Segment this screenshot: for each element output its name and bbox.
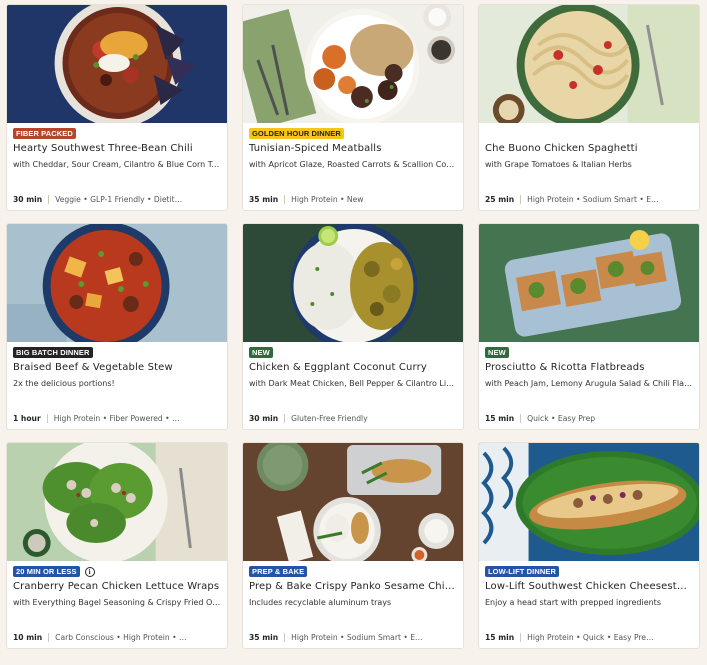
meta-divider	[520, 633, 522, 642]
cook-time: 15 min	[485, 633, 515, 642]
recipe-image-lettuce-wraps[interactable]	[7, 443, 227, 561]
recipe-attributes: High Protein • Quick • Easy Pre…	[527, 633, 654, 642]
cook-time: 30 min	[13, 195, 43, 204]
meta-divider	[520, 414, 522, 423]
cook-time: 35 min	[249, 633, 279, 642]
recipe-subtitle: Enjoy a head start with prepped ingredie…	[485, 598, 661, 607]
recipe-card[interactable]: BIG BATCH DINNER Braised Beef & Vegetabl…	[6, 223, 228, 430]
cook-time: 1 hour	[13, 414, 41, 423]
recipe-subtitle: 2x the delicious portions!	[13, 379, 115, 388]
recipe-card[interactable]: NEW Chicken & Eggplant Coconut Curry wit…	[242, 223, 464, 430]
recipe-meta: 15 min Quick • Easy Prep	[485, 414, 693, 423]
recipe-title[interactable]: Low-Lift Southwest Chicken Cheesestea…	[485, 580, 693, 594]
recipe-image-curry[interactable]	[243, 224, 463, 342]
recipe-meta: 25 min High Protein • Sodium Smart • E…	[485, 195, 693, 204]
recipe-image-flatbreads[interactable]	[479, 224, 699, 342]
recipe-attributes: Veggie • GLP-1 Friendly • Dietit…	[55, 195, 183, 204]
recipe-subtitle: with Peach Jam, Lemony Arugula Salad & C…	[485, 379, 693, 388]
recipe-grid: FIBER PACKED Hearty Southwest Three-Bean…	[6, 4, 701, 649]
recipe-tag-badge: 20 MIN OR LESS	[13, 566, 80, 577]
recipe-title[interactable]: Chicken & Eggplant Coconut Curry	[249, 361, 457, 375]
recipe-card[interactable]: PREP & BAKE Prep & Bake Crispy Panko Ses…	[242, 442, 464, 649]
recipe-attributes: High Protein • Fiber Powered • …	[53, 414, 180, 423]
recipe-card[interactable]: LOW-LIFT DINNER Low-Lift Southwest Chick…	[478, 442, 700, 649]
recipe-tag-badge: LOW-LIFT DINNER	[485, 566, 560, 577]
cook-time: 25 min	[485, 195, 515, 204]
recipe-subtitle: Includes recyclable aluminum trays	[249, 598, 392, 607]
recipe-tag-badge: FIBER PACKED	[13, 128, 76, 139]
recipe-attributes: High Protein • New	[291, 195, 364, 204]
recipe-tag-badge: NEW	[485, 347, 509, 358]
recipe-attributes: Quick • Easy Prep	[527, 414, 596, 423]
cook-time: 15 min	[485, 414, 515, 423]
recipe-card[interactable]: GOLDEN HOUR DINNER Tunisian-Spiced Meatb…	[242, 4, 464, 211]
recipe-meta: 30 min Gluten-Free Friendly	[249, 414, 457, 423]
recipe-image-spaghetti[interactable]	[479, 5, 699, 123]
recipe-meta: 15 min High Protein • Quick • Easy Pre…	[485, 633, 693, 642]
recipe-title[interactable]: Prep & Bake Crispy Panko Sesame Chic…	[249, 580, 457, 594]
recipe-title[interactable]: Braised Beef & Vegetable Stew	[13, 361, 221, 375]
recipe-tag-badge: NEW	[249, 347, 273, 358]
recipe-meta: 1 hour High Protein • Fiber Powered • …	[13, 414, 221, 423]
cook-time: 35 min	[249, 195, 279, 204]
meta-divider	[284, 633, 286, 642]
recipe-title[interactable]: Tunisian-Spiced Meatballs	[249, 142, 457, 156]
recipe-attributes: Carb Conscious • High Protein • …	[55, 633, 187, 642]
recipe-card[interactable]: Che Buono Chicken Spaghetti with Grape T…	[478, 4, 700, 211]
recipe-card[interactable]: 20 MIN OR LESS i Cranberry Pecan Chicken…	[6, 442, 228, 649]
recipe-subtitle: with Apricot Glaze, Roasted Carrots & Sc…	[249, 160, 457, 169]
recipe-meta: 30 min Veggie • GLP-1 Friendly • Dietit…	[13, 195, 221, 204]
recipe-title[interactable]: Che Buono Chicken Spaghetti	[485, 142, 693, 156]
meta-divider	[284, 195, 286, 204]
meta-divider	[46, 414, 48, 423]
recipe-title[interactable]: Prosciutto & Ricotta Flatbreads	[485, 361, 693, 375]
recipe-title[interactable]: Hearty Southwest Three-Bean Chili	[13, 142, 221, 156]
recipe-image-cheesesteak[interactable]	[479, 443, 699, 561]
recipe-tag-badge: GOLDEN HOUR DINNER	[249, 128, 344, 139]
cook-time: 10 min	[13, 633, 43, 642]
meta-divider	[284, 414, 286, 423]
recipe-subtitle: with Everything Bagel Seasoning & Crispy…	[13, 598, 221, 607]
recipe-attributes: High Protein • Sodium Smart • E…	[527, 195, 659, 204]
recipe-attributes: High Protein • Sodium Smart • E…	[291, 633, 423, 642]
recipe-title[interactable]: Cranberry Pecan Chicken Lettuce Wraps	[13, 580, 221, 594]
meta-divider	[48, 633, 50, 642]
info-icon[interactable]: i	[84, 566, 95, 577]
meta-divider	[48, 195, 50, 204]
recipe-tag-badge: PREP & BAKE	[249, 566, 308, 577]
recipe-subtitle: with Cheddar, Sour Cream, Cilantro & Blu…	[13, 160, 221, 169]
recipe-meta: 35 min High Protein • Sodium Smart • E…	[249, 633, 457, 642]
recipe-image-stew[interactable]	[7, 224, 227, 342]
recipe-meta: 35 min High Protein • New	[249, 195, 457, 204]
recipe-image-sesame-chicken[interactable]	[243, 443, 463, 561]
recipe-meta: 10 min Carb Conscious • High Protein • …	[13, 633, 221, 642]
recipe-subtitle: with Grape Tomatoes & Italian Herbs	[485, 160, 632, 169]
recipe-image-meatballs[interactable]	[243, 5, 463, 123]
meta-divider	[520, 195, 522, 204]
recipe-tag-badge: BIG BATCH DINNER	[13, 347, 93, 358]
recipe-card[interactable]: FIBER PACKED Hearty Southwest Three-Bean…	[6, 4, 228, 211]
recipe-image-chili[interactable]	[7, 5, 227, 123]
cook-time: 30 min	[249, 414, 279, 423]
recipe-card[interactable]: NEW Prosciutto & Ricotta Flatbreads with…	[478, 223, 700, 430]
recipe-attributes: Gluten-Free Friendly	[291, 414, 368, 423]
recipe-subtitle: with Dark Meat Chicken, Bell Pepper & Ci…	[249, 379, 457, 388]
